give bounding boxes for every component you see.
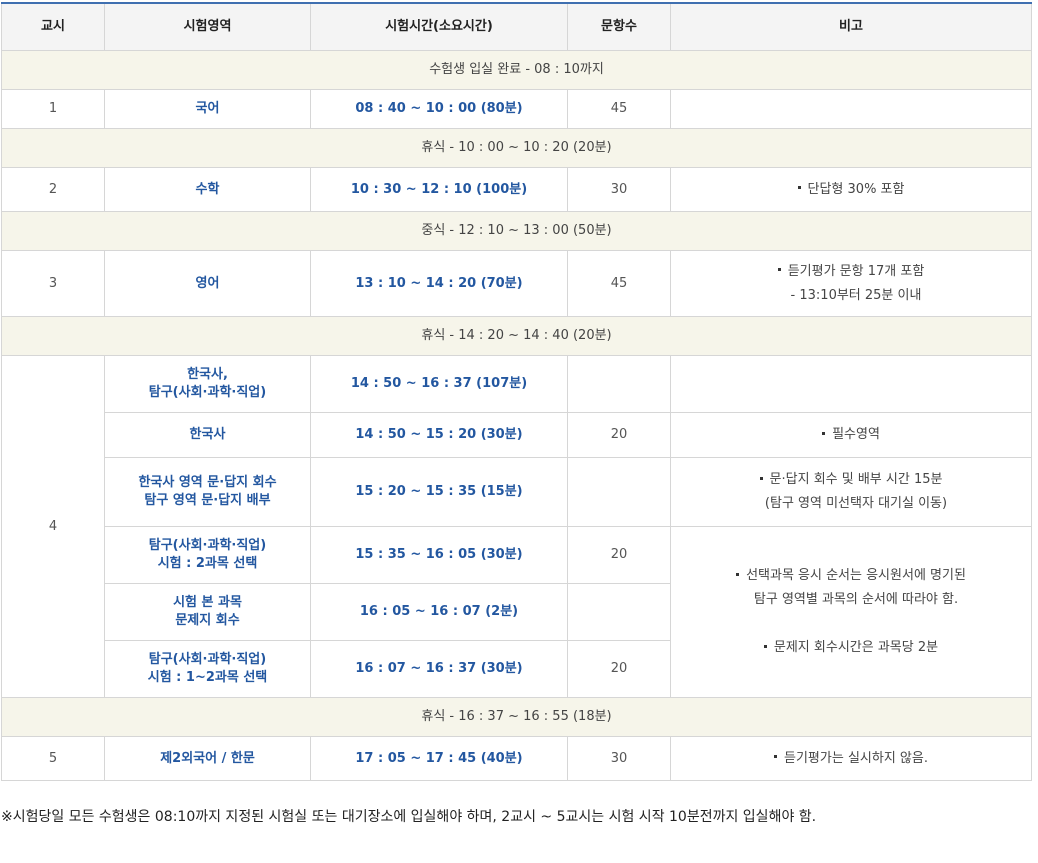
break-row: 휴식 - 14 : 20 ~ 14 : 40 (20분) (1, 316, 1032, 356)
area-line: 탐구(사회·과학·직업) (148, 538, 267, 553)
area-line: 탐구(사회·과학·직업) (148, 652, 267, 667)
note-text: (탐구 영역 미선택자 대기실 이동) (764, 496, 948, 511)
bullet-icon (763, 644, 767, 648)
area-cell: 한국사 영역 문·답지 회수 탐구 영역 문·답지 배부 (104, 457, 311, 527)
count-cell (567, 583, 671, 641)
header-count: 문항수 (567, 2, 671, 51)
break-row: 휴식 - 10 : 00 ~ 10 : 20 (20분) (1, 128, 1032, 168)
bullet-icon (774, 755, 778, 758)
note-text: 선택과목 응시 순서는 응시원서에 명기된 (746, 568, 966, 583)
count-cell: 30 (567, 736, 671, 781)
break-row: 중식 - 12 : 10 ~ 13 : 00 (50분) (1, 211, 1032, 251)
count-cell: 20 (567, 526, 671, 584)
time-cell: 14 : 50 ~ 16 : 37 (107분) (310, 355, 568, 413)
break-row: 휴식 - 16 : 37 ~ 16 : 55 (18분) (1, 697, 1032, 737)
break-cell: 휴식 - 14 : 20 ~ 14 : 40 (20분) (1, 316, 1032, 356)
period-cell: 4 (1, 355, 105, 698)
table-header-row: 교시 시험영역 시험시간(소요시간) 문항수 비고 (1, 2, 1032, 51)
break-row: 수험생 입실 완료 - 08 : 10까지 (1, 50, 1032, 90)
table-row: 탐구(사회·과학·직업) 시험 : 2과목 선택 15 : 35 ~ 16 : … (2, 526, 1032, 698)
header-area: 시험영역 (104, 2, 311, 51)
note-cell (670, 355, 1032, 413)
area-cell: 국어 (104, 89, 311, 129)
break-entry-time: 수험생 입실 완료 - 08 : 10까지 (1, 50, 1032, 90)
area-cell: 수학 (104, 167, 311, 212)
note-text: 필수영역 (832, 427, 880, 442)
area-cell: 한국사 (104, 412, 311, 458)
note-text: - 13:10부터 25분 이내 (790, 287, 922, 303)
period-cell: 1 (1, 89, 105, 129)
note-text: 문·답지 회수 및 배부 시간 15분 (769, 472, 943, 487)
area-line: 문제지 회수 (175, 613, 240, 628)
note-text: 단답형 30% 포함 (807, 181, 905, 197)
note-cell: 문·답지 회수 및 배부 시간 15분 (탐구 영역 미선택자 대기실 이동) (670, 457, 1032, 527)
area-cell: 영어 (104, 250, 311, 317)
table-row: 한국사 14 : 50 ~ 15 : 20 (30분) 20 필수영역 (2, 412, 1032, 458)
area-cell: 제2외국어 / 한문 (104, 736, 311, 781)
period-cell: 2 (1, 167, 105, 212)
table-row: 한국사 영역 문·답지 회수 탐구 영역 문·답지 배부 15 : 20 ~ 1… (2, 457, 1032, 527)
note-text: 듣기평가는 실시하지 않음. (784, 750, 928, 766)
note-cell: 듣기평가 문항 17개 포함 - 13:10부터 25분 이내 (670, 250, 1032, 317)
header-note: 비고 (670, 2, 1032, 51)
time-cell: 15 : 20 ~ 15 : 35 (15분) (310, 457, 568, 527)
table-row: 4 한국사, 탐구(사회·과학·직업) 14 : 50 ~ 16 : 37 (1… (1, 355, 1032, 698)
area-cell: 탐구(사회·과학·직업) 시험 : 1~2과목 선택 (104, 640, 311, 698)
time-cell: 10 : 30 ~ 12 : 10 (100분) (310, 167, 568, 212)
count-cell: 20 (567, 640, 671, 698)
bullet-icon (736, 572, 740, 576)
count-cell: 20 (567, 412, 671, 458)
exam-schedule-table: 교시 시험영역 시험시간(소요시간) 문항수 비고 수험생 입실 완료 - 08… (1, 2, 1032, 781)
area-cell: 시험 본 과목 문제지 회수 (104, 583, 311, 641)
note-text: 듣기평가 문항 17개 포함 (787, 263, 925, 279)
area-line: 시험 : 1~2과목 선택 (147, 670, 268, 685)
time-cell: 16 : 07 ~ 16 : 37 (30분) (310, 640, 568, 698)
bullet-icon (822, 431, 826, 435)
period-cell: 5 (1, 736, 105, 781)
area-line: 한국사 영역 문·답지 회수 (138, 475, 277, 490)
table-row: 2 수학 10 : 30 ~ 12 : 10 (100분) 30 단답형 30%… (1, 167, 1032, 212)
area-line: 탐구(사회·과학·직업) (148, 385, 267, 400)
note-cell: 필수영역 (670, 412, 1032, 458)
break-cell: 휴식 - 10 : 00 ~ 10 : 20 (20분) (1, 128, 1032, 168)
area-line: 탐구 영역 문·답지 배부 (144, 493, 271, 508)
area-cell: 탐구(사회·과학·직업) 시험 : 2과목 선택 (104, 526, 311, 584)
count-cell: 30 (567, 167, 671, 212)
header-period: 교시 (1, 2, 105, 51)
area-line: 시험 : 2과목 선택 (157, 556, 258, 571)
area-line: 한국사, (187, 367, 228, 382)
break-cell: 휴식 - 16 : 37 ~ 16 : 55 (18분) (1, 697, 1032, 737)
time-cell: 17 : 05 ~ 17 : 45 (40분) (310, 736, 568, 781)
count-cell: 45 (567, 89, 671, 129)
time-cell: 16 : 05 ~ 16 : 07 (2분) (310, 583, 568, 641)
table-row: 1 국어 08 : 40 ~ 10 : 00 (80분) 45 (1, 89, 1032, 129)
table-row: 5 제2외국어 / 한문 17 : 05 ~ 17 : 45 (40분) 30 … (1, 736, 1032, 781)
note-text: 문제지 회수시간은 과목당 2분 (773, 640, 939, 655)
count-cell (567, 355, 671, 413)
break-cell: 중식 - 12 : 10 ~ 13 : 00 (50분) (1, 211, 1032, 251)
period-cell: 3 (1, 250, 105, 317)
time-cell: 13 : 10 ~ 14 : 20 (70분) (310, 250, 568, 317)
count-cell: 45 (567, 250, 671, 317)
bullet-icon (759, 476, 763, 480)
note-cell: 단답형 30% 포함 (670, 167, 1032, 212)
time-cell: 08 : 40 ~ 10 : 00 (80분) (310, 89, 568, 129)
time-cell: 14 : 50 ~ 15 : 20 (30분) (310, 412, 568, 458)
bullet-icon (797, 186, 801, 189)
note-cell: 듣기평가는 실시하지 않음. (670, 736, 1032, 781)
area-line: 시험 본 과목 (173, 595, 242, 610)
count-cell (567, 457, 671, 527)
note-cell: 선택과목 응시 순서는 응시원서에 명기된 탐구 영역별 과목의 순서에 따라야… (670, 526, 1032, 698)
bullet-icon (777, 268, 781, 271)
table-row: 3 영어 13 : 10 ~ 14 : 20 (70분) 45 듣기평가 문항 … (1, 250, 1032, 317)
note-cell (670, 89, 1032, 129)
footnote: ※시험당일 모든 수험생은 08:10까지 지정된 시험실 또는 대기장소에 입… (1, 809, 817, 825)
header-time: 시험시간(소요시간) (310, 2, 568, 51)
note-text: 탐구 영역별 과목의 순서에 따라야 함. (753, 592, 959, 607)
area-cell: 한국사, 탐구(사회·과학·직업) (104, 355, 311, 413)
time-cell: 15 : 35 ~ 16 : 05 (30분) (310, 526, 568, 584)
